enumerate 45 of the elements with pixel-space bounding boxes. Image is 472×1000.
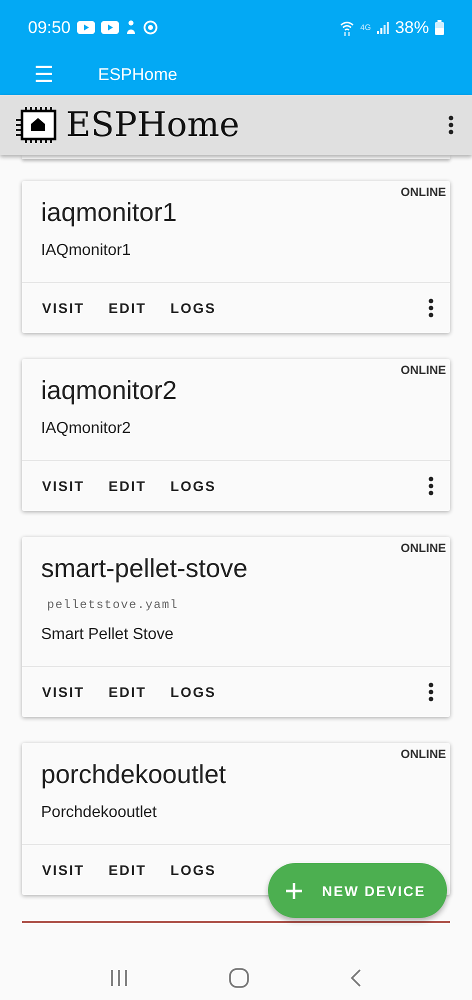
- action-button[interactable]: EDIT: [100, 676, 154, 708]
- network-type: 4G: [360, 23, 371, 32]
- app-title: ESPHome: [98, 65, 178, 85]
- heart-circle-icon: [142, 20, 158, 35]
- action-button[interactable]: LOGS: [162, 292, 224, 324]
- plus-icon: [286, 882, 302, 898]
- battery-icon: [435, 20, 444, 35]
- more-icon: [428, 682, 434, 702]
- more-icon: [428, 298, 434, 318]
- action-button[interactable]: LOGS: [162, 676, 224, 708]
- friendly-name: Smart Pellet Stove: [41, 626, 174, 644]
- action-button[interactable]: EDIT: [100, 854, 154, 886]
- friendly-name: IAQmonitor2: [41, 420, 132, 438]
- status-label: ONLINE: [400, 185, 446, 199]
- action-button[interactable]: EDIT: [100, 292, 154, 324]
- home-icon[interactable]: [228, 968, 249, 988]
- device-name: smart-pellet-stove: [41, 553, 249, 584]
- recent-apps-icon[interactable]: [110, 970, 128, 986]
- action-button[interactable]: VISIT: [34, 854, 93, 886]
- action-button[interactable]: VISIT: [34, 676, 93, 708]
- status-label: ONLINE: [400, 541, 446, 555]
- video-app-icon: [76, 21, 95, 34]
- device-name: iaqmonitor2: [41, 375, 178, 406]
- video-app-icon: [100, 21, 119, 34]
- action-button[interactable]: VISIT: [34, 470, 93, 502]
- more-icon: [428, 476, 434, 496]
- device-name: porchdekooutlet: [41, 759, 228, 790]
- config-filename: pelletstove.yaml: [47, 598, 180, 612]
- header-title: ESPHome: [66, 105, 240, 145]
- status-label: ONLINE: [400, 363, 446, 377]
- clock: 09:50: [28, 18, 71, 38]
- friendly-name: IAQmonitor1: [41, 242, 132, 260]
- device-name: iaqmonitor1: [41, 197, 178, 228]
- friendly-name: Porchdekooutlet: [41, 804, 158, 822]
- figure-icon: [124, 20, 137, 35]
- action-button[interactable]: LOGS: [162, 854, 224, 886]
- battery-percent: 38%: [394, 18, 429, 38]
- action-button[interactable]: LOGS: [162, 470, 224, 502]
- action-button[interactable]: VISIT: [34, 292, 93, 324]
- status-label: ONLINE: [400, 747, 446, 761]
- more-icon: [448, 115, 454, 135]
- signal-icon: [376, 21, 389, 34]
- action-button[interactable]: EDIT: [100, 470, 154, 502]
- wifi-icon: [340, 20, 354, 36]
- back-icon[interactable]: [350, 968, 362, 986]
